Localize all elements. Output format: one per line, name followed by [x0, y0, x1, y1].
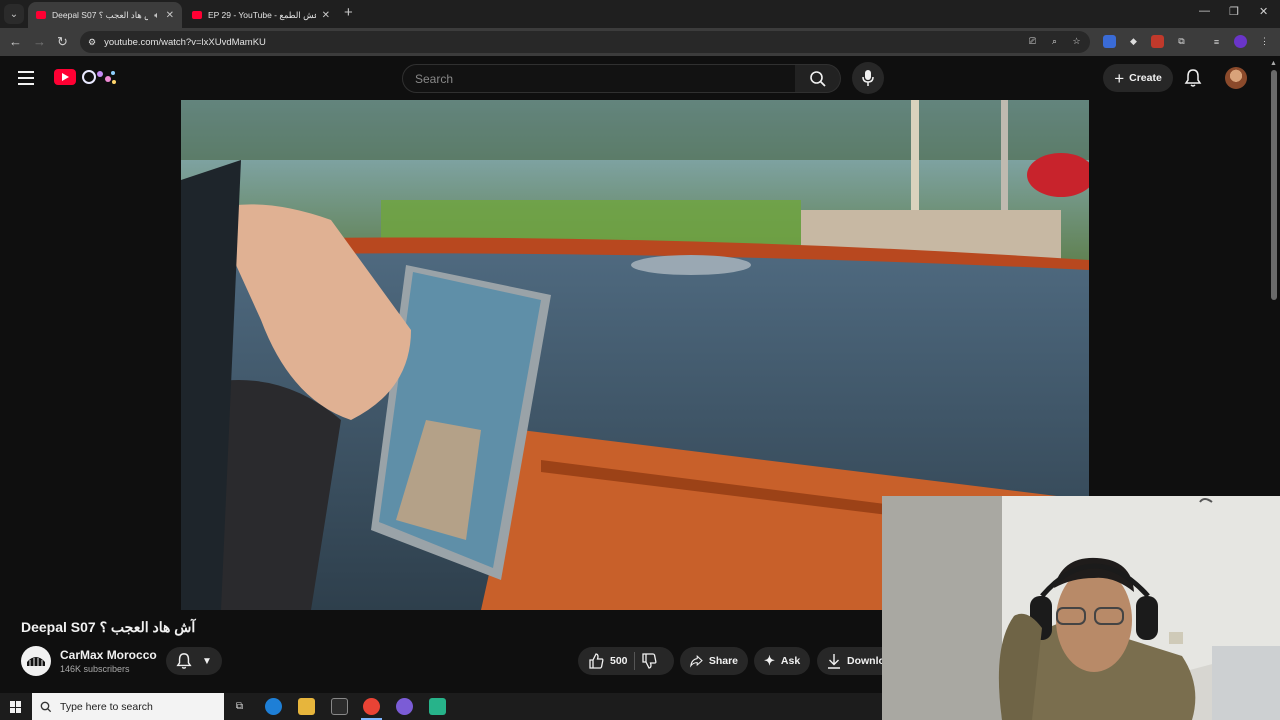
share-label: Share — [708, 655, 738, 667]
close-window-button[interactable]: ✕ — [1259, 5, 1268, 18]
back-icon[interactable]: ← — [9, 34, 22, 49]
chevron-down-icon: ▼ — [202, 655, 212, 667]
app-icon[interactable] — [429, 698, 446, 715]
taskbar-search[interactable]: Type here to search — [32, 693, 224, 720]
ask-label: Ask — [780, 655, 801, 667]
search-input[interactable]: Search — [402, 64, 796, 93]
subscriber-count: 146K subscribers — [60, 664, 130, 674]
account-avatar[interactable] — [1225, 67, 1247, 89]
windows-taskbar: Type here to search ⧉ — [0, 693, 882, 720]
scroll-up-arrow-icon[interactable]: ▲ — [1270, 60, 1277, 67]
search-icon — [40, 701, 52, 712]
zoom-icon[interactable]: ⌕ — [1048, 35, 1061, 48]
create-button[interactable]: + Create — [1103, 64, 1173, 92]
taskbar-search-placeholder: Type here to search — [60, 700, 153, 713]
voice-search-button[interactable] — [852, 62, 884, 94]
youtube-header: Search + Create — [0, 56, 1280, 100]
obs-icon[interactable] — [396, 698, 413, 715]
diamond-extension-icon[interactable]: ◆ — [1127, 35, 1140, 48]
youtube-favicon-icon — [36, 11, 46, 19]
create-label: Create — [1129, 72, 1162, 84]
media-control-icon[interactable]: ≡ — [1210, 35, 1223, 48]
translate-extension-icon[interactable] — [1103, 35, 1116, 48]
doodle-icon[interactable] — [80, 68, 118, 86]
menu-kebab-icon[interactable]: ⋮ — [1258, 35, 1271, 48]
tab-close-icon[interactable]: ✕ — [166, 10, 174, 21]
subscribe-notifications-button[interactable]: ▼ — [166, 647, 222, 675]
forward-icon[interactable]: → — [33, 34, 46, 49]
browser-tab-bar: ⌄ Deepal S07 آش هاد العجب ؟ 🔈︎ ✕ EP 29 -… — [0, 0, 1280, 28]
like-icon — [589, 653, 604, 669]
search-icon — [809, 70, 826, 87]
divider — [633, 652, 635, 670]
bell-icon[interactable] — [1184, 68, 1202, 88]
browser-tab[interactable]: EP 29 - YouTube - عش الطمع ✕ — [184, 2, 338, 28]
download-icon — [828, 654, 840, 669]
address-bar[interactable]: ⚙︎ youtube.com/watch?v=lxXUvdMamKU — [80, 31, 1090, 53]
webcam-overlay — [882, 496, 1280, 720]
new-tab-button[interactable]: + — [344, 4, 353, 21]
file-explorer-icon[interactable] — [298, 698, 315, 715]
dislike-icon[interactable] — [641, 653, 657, 669]
youtube-logo-icon[interactable] — [54, 69, 76, 85]
hamburger-icon[interactable] — [18, 71, 34, 85]
store-icon[interactable] — [331, 698, 348, 715]
tab-title: Deepal S07 آش هاد العجب ؟ — [52, 9, 148, 20]
tab-search-button[interactable]: ⌄ — [4, 4, 24, 24]
browser-tab-active[interactable]: Deepal S07 آش هاد العجب ؟ 🔈︎ ✕ — [28, 2, 182, 28]
share-button[interactable]: Share — [680, 647, 748, 675]
scrollbar-thumb[interactable] — [1271, 70, 1277, 300]
carmax-logo-icon — [22, 647, 50, 675]
restore-button[interactable]: ❐ — [1229, 5, 1239, 18]
task-view-icon[interactable]: ⧉ — [231, 698, 248, 715]
extensions-puzzle-icon[interactable]: ⧉ — [1175, 35, 1188, 48]
ask-button[interactable]: ✦ Ask — [754, 647, 810, 675]
tab-title: EP 29 - YouTube - عش الطمع — [208, 9, 316, 20]
install-icon[interactable]: ⎚ — [1026, 35, 1039, 48]
edge-icon[interactable] — [265, 698, 282, 715]
chrome-icon[interactable] — [363, 698, 380, 715]
bell-icon — [176, 653, 192, 669]
speaker-icon[interactable]: 🔈︎ — [154, 10, 159, 21]
site-info-icon[interactable]: ⚙︎ — [88, 37, 96, 48]
mic-icon — [862, 70, 874, 86]
tab-close-icon[interactable]: ✕ — [322, 10, 330, 21]
profile-icon[interactable] — [1234, 35, 1247, 48]
reload-icon[interactable]: ↻ — [57, 34, 68, 50]
youtube-favicon-icon — [192, 11, 202, 19]
sparkle-icon: ✦ — [764, 653, 775, 668]
windows-icon[interactable] — [10, 701, 22, 713]
like-dislike-group: 500 — [578, 647, 674, 675]
minimize-button[interactable]: — — [1199, 5, 1210, 17]
url-text: youtube.com/watch?v=lxXUvdMamKU — [104, 36, 266, 48]
channel-avatar[interactable] — [21, 646, 51, 676]
channel-name[interactable]: CarMax Morocco — [60, 648, 157, 662]
browser-toolbar: ← → ↻ ⚙︎ youtube.com/watch?v=lxXUvdMamKU… — [0, 28, 1280, 56]
webcam-frame — [882, 496, 1280, 720]
like-button[interactable]: 500 — [588, 653, 628, 669]
bookmark-star-icon[interactable]: ☆ — [1070, 35, 1083, 48]
video-title: Deepal S07 آش هاد العجب ؟ — [21, 619, 196, 635]
red-extension-icon[interactable] — [1151, 35, 1164, 48]
plus-icon: + — [1114, 68, 1125, 88]
search-button[interactable] — [795, 64, 841, 93]
share-icon — [690, 655, 703, 668]
like-count: 500 — [610, 655, 628, 667]
